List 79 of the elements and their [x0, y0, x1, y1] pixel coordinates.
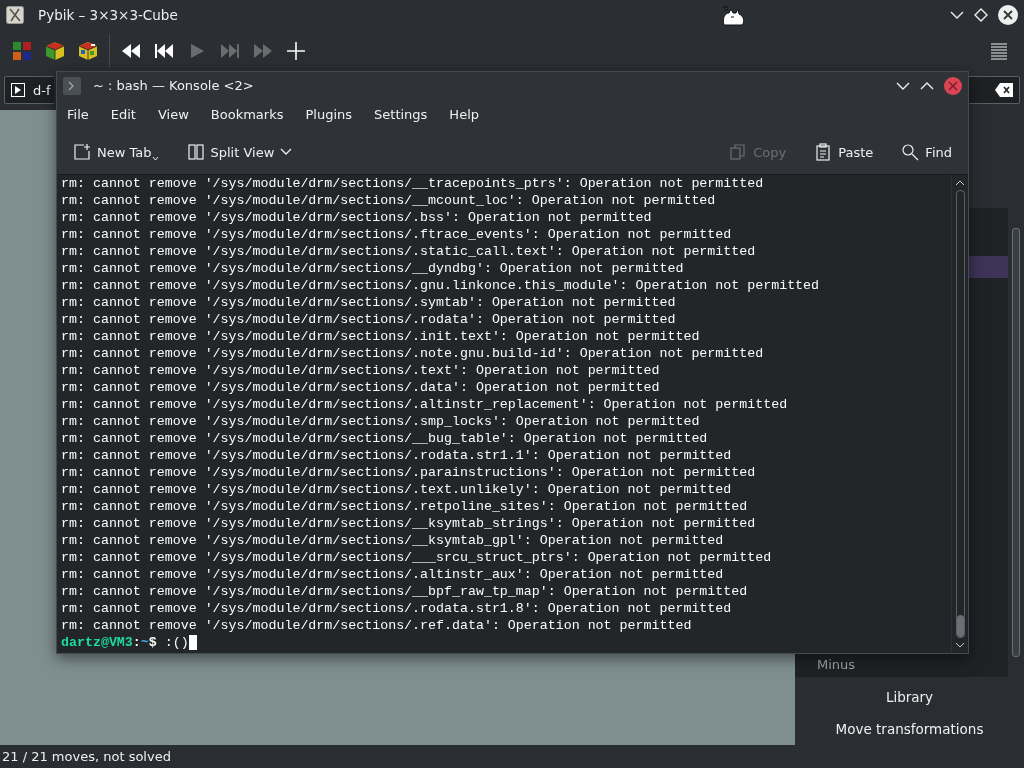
terminal-output-line: rm: cannot remove '/sys/module/drm/sections/.symtab': Operation not permitted: [61, 294, 677, 311]
terminal-output-line: rm: cannot remove '/sys/module/drm/sections/.rodata.str1.1': Operation not permitted: [61, 447, 733, 464]
menu-item[interactable]: Bookmarks: [210, 107, 284, 122]
menu-item[interactable]: View: [157, 107, 189, 122]
scrollbar-track[interactable]: [955, 190, 965, 638]
terminal-output-line: rm: cannot remove '/sys/module/drm/sections/__ksymtab_gpl': Operation not permitted: [61, 532, 725, 549]
scrollbar-thumb[interactable]: [956, 615, 964, 637]
text-cursor: [188, 635, 197, 650]
terminal-output-line: rm: cannot remove '/sys/module/drm/sections/.data': Operation not permitted: [61, 379, 661, 396]
terminal-icon: [63, 76, 81, 95]
maximize-icon[interactable]: [974, 8, 988, 22]
new-tab-icon: [73, 143, 91, 161]
split-view-icon: [186, 143, 205, 161]
caret-icon[interactable]: [151, 155, 159, 161]
terminal-output-line: rm: cannot remove '/sys/module/drm/sections/__bpf_raw_tp_map': Operation not permitted: [61, 583, 749, 600]
scroll-down-icon[interactable]: [955, 642, 965, 649]
terminal-output-line: rm: cannot remove '/sys/module/drm/sections/___srcu_struct_ptrs': Operation not permitted: [61, 549, 773, 566]
move-input-field[interactable]: d-f: [4, 76, 54, 104]
close-icon[interactable]: [998, 5, 1018, 25]
split-view-button[interactable]: Split View: [182, 141, 297, 163]
terminal-output-line: rm: cannot remove '/sys/module/drm/sections/.text.unlikely': Operation not permitted: [61, 481, 733, 498]
scrollbar[interactable]: [951, 175, 968, 653]
window-title: ~ : bash — Konsole <2>: [93, 78, 254, 93]
terminal-output-line: rm: cannot remove '/sys/module/drm/sections/.retpoline_sites': Operation not permitted: [61, 498, 749, 515]
terminal-output-line: rm: cannot remove '/sys/module/drm/sections/.gnu.linkonce.this_module': Operation not permitted: [61, 277, 821, 294]
terminal-output-line: rm: cannot remove '/sys/module/drm/sections/.text': Operation not permitted: [61, 362, 661, 379]
play-icon: [11, 83, 25, 97]
terminal-output-line: rm: cannot remove '/sys/module/drm/sections/.ref.data': Operation not permitted: [61, 617, 693, 634]
cube-scrambled-icon[interactable]: [76, 39, 100, 63]
add-icon[interactable]: [284, 39, 308, 63]
scroll-up-icon[interactable]: [955, 179, 965, 186]
paste-button[interactable]: Paste: [810, 141, 878, 163]
minimize-icon[interactable]: [950, 10, 964, 20]
minimize-icon[interactable]: [896, 80, 910, 91]
scrollbar-thumb[interactable]: [1012, 228, 1020, 657]
terminal-output-line: rm: cannot remove '/sys/module/drm/sections/.bss': Operation not permitted: [61, 209, 653, 226]
menu-item[interactable]: File: [67, 107, 89, 122]
panel-button[interactable]: Library: [795, 681, 1024, 713]
menu-item[interactable]: Settings: [374, 107, 428, 122]
terminal-output-line: rm: cannot remove '/sys/module/drm/sections/.note.gnu.build-id': Operation not permitted: [61, 345, 765, 362]
panel-button[interactable]: Move transformations: [795, 713, 1024, 745]
terminal-output-line: rm: cannot remove '/sys/module/drm/sections/.static_call.text': Operation not permitted: [61, 243, 757, 260]
terminal-output-line: rm: cannot remove '/sys/module/drm/sections/__bug_table': Operation not permitted: [61, 430, 709, 447]
cat-icon: [720, 4, 746, 26]
terminal-output-line: rm: cannot remove '/sys/module/drm/sections/.rodata': Operation not permitted: [61, 311, 677, 328]
terminal-output-line: rm: cannot remove '/sys/module/drm/sections/.parainstructions': Operation not permitted: [61, 464, 757, 481]
find-button[interactable]: Find: [897, 141, 956, 163]
chevron-down-icon[interactable]: [280, 148, 293, 156]
app-icon: [6, 6, 24, 24]
terminal-output-line: rm: cannot remove '/sys/module/drm/sections/__dyndbg': Operation not permitted: [61, 260, 685, 277]
terminal-output-line: rm: cannot remove '/sys/module/drm/sections/.ftrace_events': Operation not permitted: [61, 226, 733, 243]
cube-colors-icon[interactable]: [10, 39, 34, 63]
terminal-output-line: rm: cannot remove '/sys/module/drm/sections/__ksymtab_strings': Operation not permitted: [61, 515, 757, 532]
prompt-user: dartz@VM3: [61, 634, 133, 651]
window-title: Pybik – 3×3×3-Cube: [38, 7, 178, 23]
menu-item[interactable]: Plugins: [305, 107, 353, 122]
command-text: :(): [164, 634, 189, 651]
terminal-output-line: rm: cannot remove '/sys/module/drm/sections/.rodata.str1.8': Operation not permitted: [61, 600, 733, 617]
list-item[interactable]: Minus: [795, 654, 1008, 676]
cube-solid-icon[interactable]: [43, 39, 67, 63]
prompt-separator: :: [132, 634, 141, 651]
terminal-output-line: rm: cannot remove '/sys/module/drm/sections/.init.text': Operation not permitted: [61, 328, 701, 345]
prompt-path: ~: [140, 634, 149, 651]
terminal-output-line: rm: cannot remove '/sys/module/drm/sections/.smp_locks': Operation not permitted: [61, 413, 701, 430]
search-icon: [901, 143, 920, 161]
menu-icon[interactable]: [990, 42, 1008, 60]
prompt-sign: $: [148, 634, 157, 651]
clear-icon[interactable]: [995, 83, 1013, 97]
clear-button[interactable]: [968, 76, 1020, 104]
maximize-icon[interactable]: [920, 80, 934, 91]
copy-icon: [729, 143, 748, 161]
terminal-output-line: rm: cannot remove '/sys/module/drm/sections/.altinstr_replacement': Operation not permitted: [61, 396, 789, 413]
terminal-output-line: rm: cannot remove '/sys/module/drm/sections/.altinstr_aux': Operation not permitted: [61, 566, 725, 583]
menu-item[interactable]: Help: [449, 107, 479, 122]
terminal-output-line: rm: cannot remove '/sys/module/drm/sections/__mcount_loc': Operation not permitted: [61, 192, 717, 209]
menu-item[interactable]: Edit: [110, 107, 136, 122]
terminal-output-line: rm: cannot remove '/sys/module/drm/sections/__tracepoints_ptrs': Operation not permitted: [61, 175, 765, 192]
new-tab-button[interactable]: New Tab: [69, 141, 163, 163]
clipboard-icon: [814, 143, 833, 161]
